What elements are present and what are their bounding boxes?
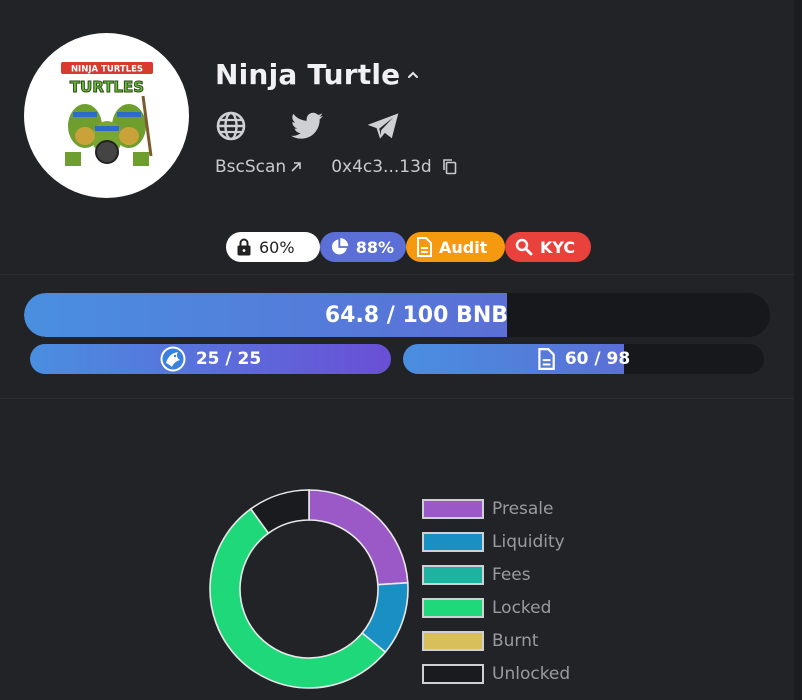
legend-item-locked[interactable]: Locked — [422, 591, 570, 624]
legend-label: Locked — [492, 597, 552, 618]
project-logo: NINJA TURTLES TURTLES — [24, 33, 189, 198]
audit-badge[interactable]: Audit — [406, 232, 505, 262]
donut-slice-presale[interactable] — [308, 489, 409, 586]
legend-item-unlocked[interactable]: Unlocked — [422, 657, 570, 690]
contract-address: 0x4c3...13d — [331, 157, 432, 177]
twitter-link[interactable] — [291, 108, 367, 144]
ninja-turtles-logo-image: NINJA TURTLES TURTLES — [60, 61, 153, 166]
project-title: Ninja Turtle — [215, 58, 401, 91]
whitelist-label: 60 / 98 — [564, 349, 631, 369]
legend-item-fees[interactable]: Fees — [422, 558, 570, 591]
telegram-icon — [367, 113, 399, 139]
website-link[interactable] — [215, 108, 291, 144]
legend-label: Presale — [492, 498, 554, 519]
legend-item-presale[interactable]: Presale — [422, 492, 570, 525]
legend-item-liquidity[interactable]: Liquidity — [422, 525, 570, 558]
legend-label: Fees — [492, 564, 531, 585]
legend-swatch — [422, 663, 484, 684]
logo-title-text: TURTLES — [69, 78, 143, 96]
scrollbar-track[interactable] — [794, 0, 802, 700]
globe-icon — [216, 111, 246, 141]
legend-swatch — [422, 630, 484, 651]
external-link-icon — [291, 162, 302, 172]
bscscan-link[interactable]: BscScan — [215, 157, 303, 177]
legend-label: Burnt — [492, 630, 539, 651]
legend-swatch — [422, 564, 484, 585]
twitter-icon — [291, 112, 323, 139]
legend-item-burnt[interactable]: Burnt — [422, 624, 570, 657]
logo-banner-text: NINJA TURTLES — [70, 64, 142, 74]
search-icon — [515, 238, 533, 256]
contributors-label: 25 / 25 — [195, 349, 262, 369]
pie-chart-icon — [331, 238, 349, 255]
legend-swatch — [422, 531, 484, 552]
kyc-label: KYC — [540, 237, 576, 257]
contributors-progress-bar: 25 / 25 — [30, 344, 391, 374]
document-icon — [538, 348, 555, 370]
supply-percent: 88% — [355, 237, 394, 257]
whitelist-progress-bar: 60 / 98 — [403, 344, 764, 374]
chevron-up-icon[interactable] — [406, 68, 420, 82]
unicorn-icon — [160, 346, 186, 372]
supply-badge[interactable]: 88% — [320, 232, 406, 262]
lock-icon — [237, 238, 251, 256]
liquidity-lock-badge[interactable]: 60% — [226, 232, 320, 262]
lock-percent: 60% — [259, 237, 295, 257]
legend-label: Liquidity — [492, 531, 565, 552]
bscscan-label: BscScan — [215, 157, 287, 177]
tokenomics-donut-chart — [209, 489, 409, 689]
telegram-link[interactable] — [367, 108, 443, 144]
kyc-badge[interactable]: KYC — [505, 232, 591, 262]
legend-swatch — [422, 498, 484, 519]
divider — [0, 274, 794, 275]
divider — [0, 398, 794, 399]
audit-label: Audit — [439, 237, 488, 257]
legend-label: Unlocked — [492, 663, 571, 684]
document-icon — [417, 237, 432, 257]
chart-legend: Presale Liquidity Fees Locked Burnt Unlocked — [422, 492, 570, 690]
raise-progress-label: 64.8 / 100 BNB — [324, 302, 508, 328]
legend-swatch — [422, 597, 484, 618]
raise-progress-bar: 64.8 / 100 BNB — [24, 293, 770, 337]
copy-icon[interactable] — [442, 158, 458, 176]
